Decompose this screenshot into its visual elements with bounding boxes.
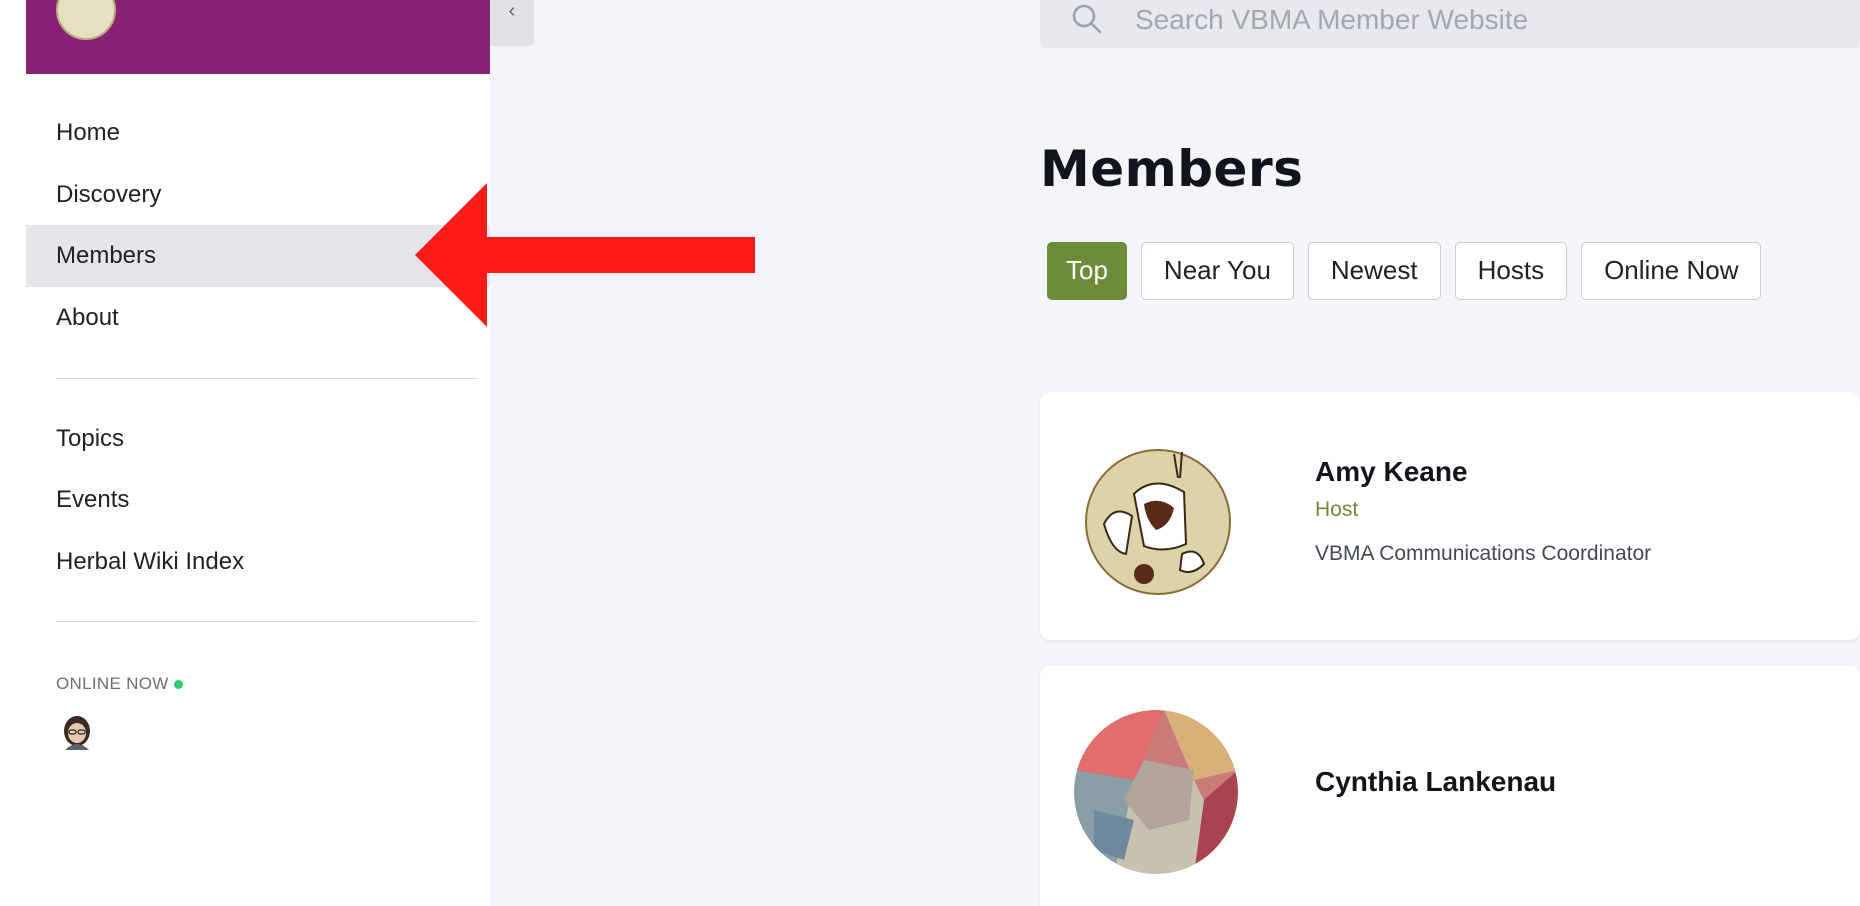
member-card[interactable]: Amy Keane Host VBMA Communications Coord… — [1040, 392, 1860, 640]
online-status-dot — [173, 680, 183, 690]
sidebar-item-label: About — [56, 304, 119, 331]
member-card[interactable]: Cynthia Lankenau — [1040, 666, 1860, 906]
sidebar-item-label: Discovery — [56, 181, 162, 208]
sidebar-item-label: Home — [56, 119, 121, 146]
member-name[interactable]: Cynthia Lankenau — [1315, 766, 1556, 798]
filter-near-you-button[interactable]: Near You — [1140, 242, 1294, 300]
online-now-heading: ONLINE NOW — [56, 674, 183, 694]
annotation-arrow — [415, 183, 755, 327]
online-now-label: ONLINE NOW — [56, 674, 169, 693]
app-window: ‹ Home Discovery Members About Topics Ev… — [0, 0, 1860, 906]
sidebar-item-events[interactable]: Events — [26, 469, 490, 531]
community-logo[interactable] — [56, 0, 116, 40]
brand-header — [26, 0, 490, 74]
member-avatar[interactable] — [1074, 710, 1238, 874]
member-filter-tabs: Top Near You Newest Hosts Online Now — [1047, 242, 1762, 300]
page-title: Members — [1040, 140, 1304, 198]
sidebar-item-herbal-wiki-index[interactable]: Herbal Wiki Index — [26, 531, 490, 593]
sidebar-item-label: Members — [56, 242, 157, 269]
sidebar-item-label: Topics — [56, 425, 125, 452]
search-bar — [1040, 0, 1860, 48]
filter-hosts-button[interactable]: Hosts — [1454, 242, 1568, 300]
member-name[interactable]: Amy Keane — [1315, 456, 1468, 488]
filter-top-button[interactable]: Top — [1047, 242, 1127, 300]
filter-newest-button[interactable]: Newest — [1307, 242, 1441, 300]
member-job-title: VBMA Communications Coordinator — [1315, 542, 1652, 565]
online-member-avatar[interactable] — [60, 714, 94, 750]
sidebar-collapse-toggle[interactable]: ‹ — [490, 0, 534, 46]
sidebar-item-label: Herbal Wiki Index — [56, 548, 245, 575]
sidebar-divider — [56, 378, 478, 379]
sidebar-item-label: Events — [56, 486, 130, 513]
member-avatar[interactable] — [1074, 434, 1238, 598]
member-role-badge: Host — [1315, 498, 1359, 521]
sidebar-item-home[interactable]: Home — [26, 102, 490, 164]
sidebar-item-topics[interactable]: Topics — [26, 408, 490, 470]
sidebar: Home Discovery Members About Topics Even… — [26, 0, 490, 906]
filter-online-now-button[interactable]: Online Now — [1581, 242, 1762, 300]
sidebar-divider — [56, 621, 478, 622]
chevron-left-icon: ‹ — [508, 0, 516, 22]
search-input[interactable] — [1135, 0, 1835, 48]
search-icon[interactable] — [1070, 2, 1104, 36]
